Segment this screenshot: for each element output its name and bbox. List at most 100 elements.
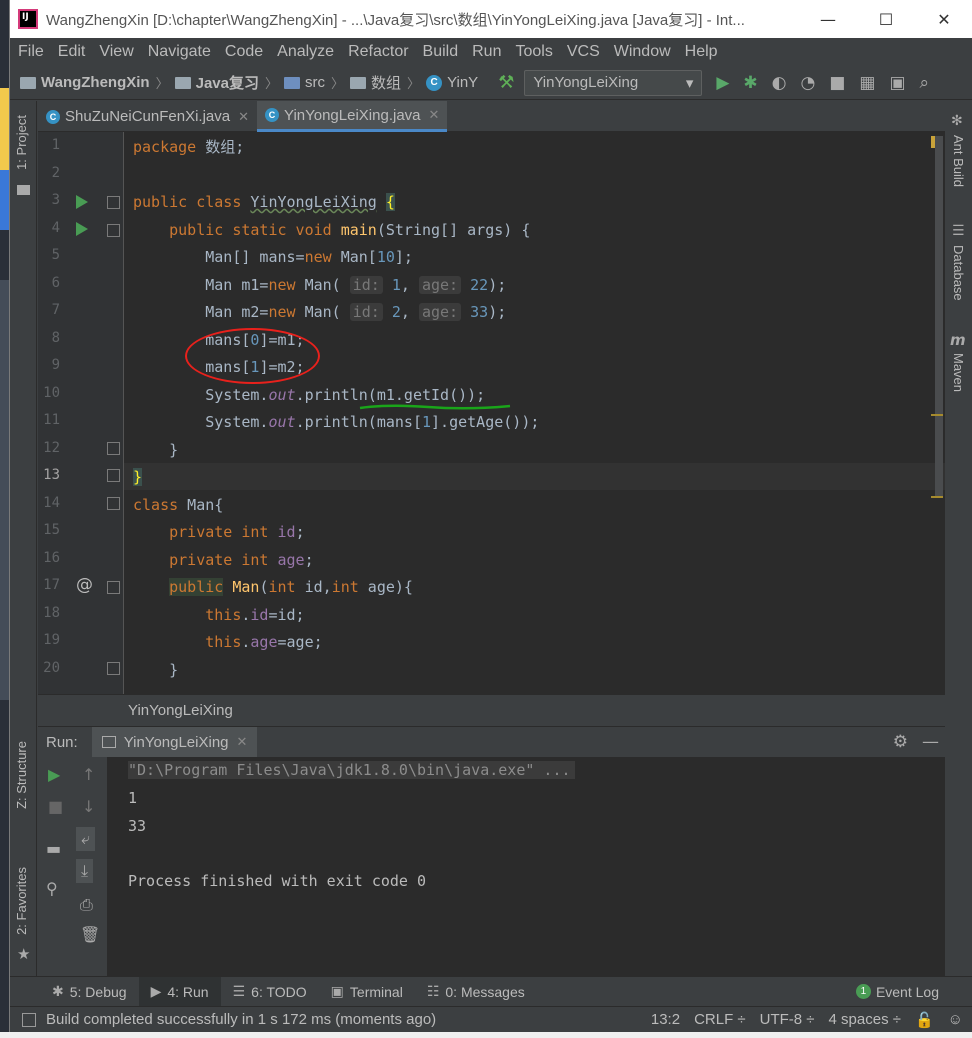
line-separator[interactable]: CRLF ÷ <box>694 1011 746 1028</box>
event-log-button[interactable]: 1 Event Log <box>855 984 939 1000</box>
menu-tools[interactable]: Tools <box>515 43 552 61</box>
line-number: 7 <box>51 302 60 318</box>
maven-tab[interactable]: Maven <box>951 353 966 392</box>
fold-marker-icon[interactable] <box>107 224 120 237</box>
module-folder-icon <box>174 76 191 89</box>
maximize-button[interactable]: ☐ <box>857 0 915 38</box>
rerun-icon[interactable]: ▶ <box>48 765 60 784</box>
structure-tool-tab[interactable]: Z: Structure <box>14 741 29 809</box>
stop-icon[interactable]: ■ <box>48 797 63 816</box>
fold-marker-icon[interactable] <box>107 662 120 675</box>
run-icon[interactable]: ▶ <box>716 73 729 93</box>
status-message[interactable]: Build completed successfully in 1 s 172 … <box>46 1011 436 1028</box>
menu-run[interactable]: Run <box>472 43 501 61</box>
bottom-tool-bar: ✱ 5: Debug ▶ 4: Run ☰ 6: TODO ▣ Terminal ☷ 0:… <box>10 976 972 1007</box>
favorites-tool-tab[interactable]: 2: Favorites <box>14 867 29 935</box>
line-number: 8 <box>51 330 60 346</box>
navigation-bar: WangZhengXin 〉 Java复习〉 src 〉 数组〉 C YinY ⚒ … <box>10 66 972 100</box>
close-tab-icon[interactable]: ✕ <box>238 109 249 125</box>
fold-marker-icon[interactable] <box>107 469 120 482</box>
title-bar: WangZhengXin [D:\chapter\WangZhengXin] -… <box>10 0 972 38</box>
search-icon[interactable]: ⌕ <box>920 73 930 93</box>
project-structure-icon[interactable]: ▦ <box>859 73 875 93</box>
scroll-marker[interactable] <box>931 496 943 498</box>
coverage-icon[interactable]: ◐ <box>772 73 787 93</box>
menu-vcs[interactable]: VCS <box>567 43 600 61</box>
chevron-right-icon: 〉 <box>331 76 345 91</box>
fold-marker-icon[interactable] <box>107 442 120 455</box>
code-line: } <box>133 468 143 486</box>
toggle-tool-windows-icon[interactable] <box>22 1012 36 1027</box>
menu-view[interactable]: View <box>99 43 133 61</box>
layout-icon[interactable]: ▬ <box>46 839 61 858</box>
minimize-button[interactable]: — <box>799 0 857 38</box>
crumb-project[interactable]: WangZhengXin 〉 <box>20 73 169 92</box>
scroll-to-end-icon[interactable]: ⤓ <box>76 859 94 883</box>
terminal-tool-button[interactable]: ▣ Terminal <box>319 977 415 1007</box>
run-tab[interactable]: YinYongLeiXing ✕ <box>91 726 258 758</box>
fold-marker-icon[interactable] <box>107 497 120 510</box>
build-hammer-icon[interactable]: ⚒ <box>498 72 514 93</box>
print-icon[interactable]: ⎙ <box>80 895 93 915</box>
up-arrow-icon[interactable]: ↑ <box>82 765 95 784</box>
dropdown-arrow-icon: ▾ <box>685 74 694 92</box>
gear-icon[interactable]: ⚙ <box>893 732 908 752</box>
status-bar: Build completed successfully in 1 s 172 … <box>10 1006 972 1032</box>
database-tab[interactable]: Database <box>951 245 966 301</box>
scroll-marker[interactable] <box>931 414 943 416</box>
debug-bug-icon: ✱ <box>52 983 64 999</box>
menu-file[interactable]: File <box>18 43 44 61</box>
todo-tool-button[interactable]: ☰ 6: TODO <box>221 977 319 1007</box>
project-tool-tab[interactable]: 1: Project <box>14 115 29 170</box>
menu-window[interactable]: Window <box>614 43 671 61</box>
run-gutter-icon[interactable] <box>76 222 88 236</box>
debug-bug-icon[interactable]: ✱ <box>743 73 757 93</box>
fold-marker-icon[interactable] <box>107 581 120 594</box>
code-line: } <box>133 661 179 679</box>
lock-icon[interactable]: 🔓 <box>915 1011 934 1029</box>
close-tab-icon[interactable]: ✕ <box>237 734 248 750</box>
menu-build[interactable]: Build <box>423 43 459 61</box>
trash-icon[interactable]: 🗑 <box>80 925 100 944</box>
debug-tool-button[interactable]: ✱ 5: Debug <box>40 977 139 1007</box>
run-tool-button[interactable]: ▶ 4: Run <box>138 976 221 1007</box>
console-command-line[interactable]: "D:\Program Files\Java\jdk1.8.0\bin\java… <box>128 761 575 779</box>
profile-icon[interactable]: ◔ <box>801 73 816 93</box>
close-tab-icon[interactable]: ✕ <box>429 107 440 123</box>
editor-breadcrumb[interactable]: YinYongLeiXing <box>38 694 945 726</box>
source-folder-icon <box>284 76 301 89</box>
close-button[interactable]: ✕ <box>915 0 972 38</box>
menu-analyze[interactable]: Analyze <box>277 43 334 61</box>
caret-position[interactable]: 13:2 <box>651 1011 680 1028</box>
line-number: 3 <box>51 192 60 208</box>
menu-refactor[interactable]: Refactor <box>348 43 408 61</box>
run-icon: ▶ <box>150 983 162 999</box>
pin-icon[interactable]: ⚲ <box>46 879 58 898</box>
run-gutter-icon[interactable] <box>76 195 88 209</box>
inspector-icon[interactable]: ☺ <box>948 1011 963 1028</box>
menu-edit[interactable]: Edit <box>58 43 86 61</box>
hide-panel-icon[interactable]: — <box>922 732 939 752</box>
file-encoding[interactable]: UTF-8 ÷ <box>760 1011 815 1028</box>
crumb-module[interactable]: Java复习〉 <box>174 72 278 93</box>
run-console-output[interactable]: "D:\Program Files\Java\jdk1.8.0\bin\java… <box>108 757 945 976</box>
editor-scrollbar[interactable] <box>935 136 943 496</box>
menu-code[interactable]: Code <box>225 43 263 61</box>
crumb-src[interactable]: src 〉 <box>284 73 344 92</box>
code-editor[interactable]: 1 2 3 4 5 6 7 8 9 10 11 12 13 14 15 16 1… <box>38 132 945 694</box>
presentation-icon[interactable]: ▣ <box>889 73 905 93</box>
stop-icon[interactable]: ■ <box>829 73 845 93</box>
down-arrow-icon[interactable]: ↓ <box>82 797 95 816</box>
tab-shuzuneicunfenxi[interactable]: C ShuZuNeiCunFenXi.java ✕ <box>38 101 257 132</box>
menu-navigate[interactable]: Navigate <box>148 43 211 61</box>
messages-tool-button[interactable]: ☷ 0: Messages <box>415 977 537 1007</box>
fold-marker-icon[interactable] <box>107 196 120 209</box>
crumb-package[interactable]: 数组〉 <box>350 72 420 93</box>
crumb-class[interactable]: C YinY <box>426 74 478 91</box>
soft-wrap-icon[interactable]: ⤶ <box>76 827 95 851</box>
run-configuration-select[interactable]: YinYongLeiXing ▾ <box>524 69 703 96</box>
tab-yinyongleixing[interactable]: C YinYongLeiXing.java ✕ <box>257 101 448 132</box>
indent-setting[interactable]: 4 spaces ÷ <box>829 1011 901 1028</box>
menu-help[interactable]: Help <box>685 43 718 61</box>
ant-build-tab[interactable]: Ant Build <box>951 135 966 187</box>
